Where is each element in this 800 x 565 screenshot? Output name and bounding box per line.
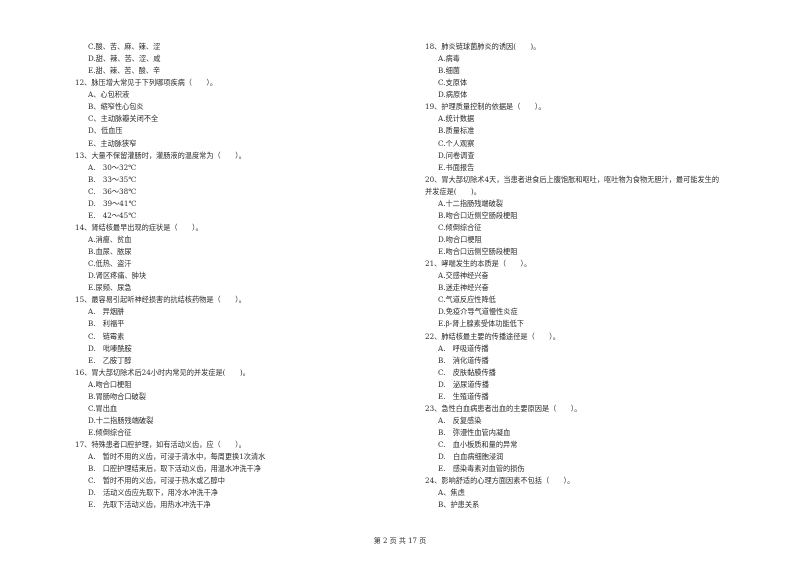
- answer-option: E. 先取下活动义齿，用热水冲洗干净: [88, 500, 211, 510]
- answer-option: E. 生殖道传播: [438, 391, 489, 401]
- answer-option: D.问卷调查: [438, 150, 475, 160]
- answer-option: D.十二指肠残端破裂: [88, 415, 154, 425]
- answer-option: B、护患关系: [438, 500, 480, 510]
- answer-option: A、焦虑: [438, 488, 465, 498]
- answer-option: B.吻合口近侧空肠段梗阻: [438, 210, 518, 220]
- answer-option: A. 30～32℃: [88, 162, 137, 172]
- answer-option: D、低血压: [88, 126, 123, 136]
- question-text: 21、哮喘发生的本质是（ ）。: [425, 259, 532, 269]
- answer-option: C.气道反应性降低: [438, 295, 496, 305]
- answer-option: E.吻合口远侧空肠段梗阻: [438, 247, 518, 257]
- answer-option: C. 皮肤黏膜传播: [438, 367, 496, 377]
- answer-option: C.支原体: [438, 78, 468, 88]
- answer-option: A、心包积液: [88, 90, 130, 100]
- answer-option: B. 利福平: [88, 319, 125, 329]
- answer-option: A.病毒: [438, 54, 460, 64]
- question-text: 12、脉压增大常见于下列哪项疾病（ ）。: [75, 78, 218, 88]
- answer-option: D.甜、辣、苦、涩、咸: [88, 54, 161, 64]
- question-text: 16、胃大部切除术后24小时内常见的并发症是( )。: [75, 367, 250, 377]
- answer-option: E.书面报告: [438, 162, 475, 172]
- answer-option: D. 39～41℃: [88, 198, 137, 208]
- answer-option: B. 弥漫性血管内凝血: [438, 428, 511, 437]
- answer-option: B. 33～35℃: [88, 174, 137, 184]
- question-text: 20、胃大部切除术4天，当患者进食后上腹饱胀和呕吐，呕吐物为食物无胆汁，最可能发…: [425, 174, 720, 184]
- answer-option: B. 消化道传播: [438, 355, 489, 365]
- answer-option: B.胃肠吻合口破裂: [88, 391, 146, 401]
- answer-option: A.交感神经兴奋: [438, 271, 489, 281]
- answer-option: E. 42～45℃: [88, 210, 137, 220]
- question-text: 22、肺结核最主要的传播途径是（ ）。: [425, 331, 560, 341]
- answer-option: E.β-肾上腺素受体功能低下: [438, 319, 524, 329]
- question-text: 23、急性白血病患者出血的主要原因是（ ）。: [425, 403, 582, 413]
- answer-option: D.病原体: [438, 90, 468, 100]
- answer-option: C. 暂时不用的义齿，可浸于热水或乙醇中: [88, 476, 225, 486]
- answer-option: C、主动脉瓣关闭不全: [88, 114, 159, 124]
- answer-option: B.质量标准: [438, 126, 475, 136]
- answer-option: C.酸、苦、麻、辣、涩: [88, 42, 161, 51]
- answer-option: C.低热、盗汗: [88, 259, 132, 269]
- answer-option: C.个人观察: [438, 138, 475, 148]
- answer-option: C. 血小板质和量的异常: [438, 440, 518, 450]
- answer-option: A.统计数据: [438, 114, 475, 124]
- question-text: 24、影响舒适的心理方面因素不包括（ ）。: [425, 476, 575, 486]
- answer-option: A.吻合口梗阻: [88, 379, 132, 389]
- answer-option: C.倾倒综合征: [438, 222, 482, 232]
- answer-option: E、主动脉狭窄: [88, 138, 137, 148]
- answer-option: E.倾倒综合征: [88, 428, 132, 437]
- answer-option: C.胃出血: [88, 403, 118, 413]
- left-column: C.酸、苦、麻、辣、涩 D.甜、辣、苦、涩、咸 E.甜、辣、苦、酸、辛 12、脉压增大…: [75, 41, 395, 511]
- answer-option: B.迷走神经兴奋: [438, 283, 489, 293]
- answer-option: D.吻合口梗阻: [438, 235, 482, 244]
- answer-option: E.尿频、尿急: [88, 283, 132, 293]
- answer-option: B. 口腔护理结束后，取下活动义齿，用温水冲洗干净: [88, 464, 261, 474]
- answer-option: C. 链霉素: [88, 331, 125, 341]
- question-text: 13、大量不保留灌肠时，灌肠液的温度常为（ ）。: [75, 150, 246, 160]
- answer-option: D. 吡嗪酰胺: [88, 343, 132, 353]
- answer-option: E.甜、辣、苦、酸、辛: [88, 66, 161, 76]
- answer-option: D.免疫介导气道慢性炎症: [438, 307, 518, 317]
- question-text: 17、特殊患者口腔护理，如有活动义齿，应（ ）。: [75, 440, 246, 450]
- answer-option: C. 36～38℃: [88, 186, 137, 196]
- answer-option: B、缩窄性心包炎: [88, 102, 144, 112]
- answer-option: A. 异烟肼: [88, 307, 125, 317]
- right-column: 18、肺炎链球菌肺炎的诱因( )。 A.病毒 B.细菌 C.支原体 D.病原体 19、护理…: [425, 41, 785, 511]
- answer-option: A. 暂时不用的义齿，可浸于清水中，每周更换1次清水: [88, 452, 266, 462]
- answer-option: D. 泌尿道传播: [438, 379, 489, 389]
- answer-option: A. 反复感染: [438, 415, 482, 425]
- question-text: 并发症是( )。: [425, 186, 481, 196]
- answer-option: B.细菌: [438, 66, 460, 76]
- answer-option: B.血尿、脓尿: [88, 247, 132, 257]
- question-text: 18、肺炎链球菌肺炎的诱因( )。: [425, 42, 541, 51]
- answer-option: E. 感染毒素对血管的损伤: [438, 464, 525, 474]
- answer-option: A.消瘦、贫血: [88, 235, 132, 244]
- answer-option: A.十二指肠残端破裂: [438, 198, 503, 208]
- page-number: 第 2 页 共 17 页: [373, 537, 427, 545]
- question-text: 14、肾结核最早出现的症状是（ ）。: [75, 222, 203, 232]
- answer-option: D. 白血病细胞浸润: [438, 452, 504, 462]
- answer-option: D.肾区疼痛、肿块: [88, 271, 147, 281]
- answer-option: E. 乙胺丁醇: [88, 355, 132, 365]
- answer-option: A. 呼吸道传播: [438, 343, 489, 353]
- question-text: 15、最容易引起听神经损害的抗结核药物是（ ）。: [75, 295, 246, 305]
- question-text: 19、护理质量控制的依据是（ ）。: [425, 102, 546, 112]
- answer-option: D. 活动义齿应先取下，用冷水冲洗干净: [88, 488, 218, 498]
